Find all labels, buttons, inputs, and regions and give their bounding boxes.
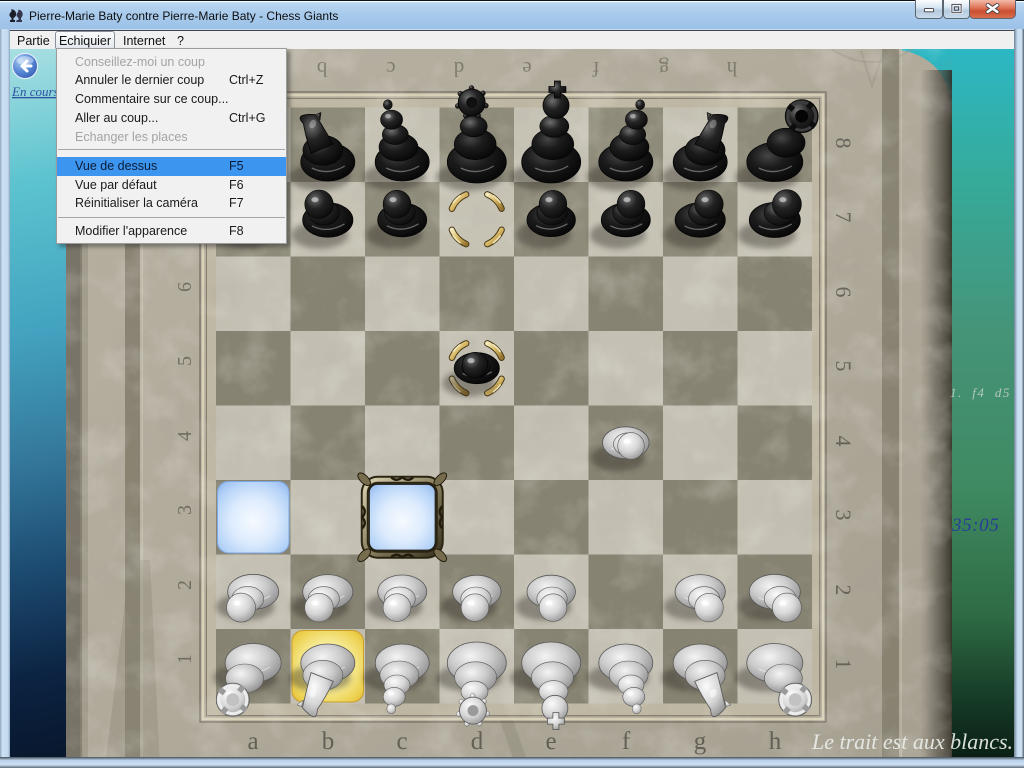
svg-text:c: c (396, 728, 407, 755)
svg-text:f: f (622, 728, 631, 755)
svg-text:3: 3 (831, 510, 856, 521)
svg-text:g: g (694, 728, 707, 755)
svg-text:g: g (658, 57, 669, 81)
svg-text:h: h (769, 728, 782, 755)
svg-text:4: 4 (174, 431, 196, 441)
svg-text:6: 6 (174, 282, 196, 292)
svg-text:5: 5 (831, 361, 856, 372)
svg-text:b: b (322, 728, 335, 755)
svg-text:a: a (247, 728, 258, 755)
svg-text:7: 7 (831, 212, 856, 223)
svg-text:d: d (453, 57, 464, 81)
svg-text:8: 8 (831, 138, 856, 149)
svg-text:e: e (522, 57, 531, 81)
svg-text:1: 1 (174, 654, 196, 664)
svg-text:d: d (471, 728, 484, 755)
svg-text:b: b (317, 57, 328, 81)
svg-text:3: 3 (174, 505, 196, 515)
svg-text:c: c (386, 57, 395, 81)
svg-text:1. f4 d5: 1. f4 d5 (950, 385, 1011, 400)
svg-text:2: 2 (831, 585, 856, 596)
svg-text:35:05: 35:05 (951, 515, 999, 536)
svg-text:h: h (726, 57, 737, 81)
svg-text:f: f (593, 57, 600, 81)
svg-text:2: 2 (174, 580, 196, 590)
svg-text:5: 5 (174, 356, 196, 366)
svg-text:4: 4 (831, 436, 856, 447)
svg-text:6: 6 (831, 287, 856, 298)
svg-text:Le trait est aux blancs.: Le trait est aux blancs. (811, 729, 1013, 754)
svg-text:e: e (545, 728, 556, 755)
svg-text:1: 1 (831, 659, 856, 670)
